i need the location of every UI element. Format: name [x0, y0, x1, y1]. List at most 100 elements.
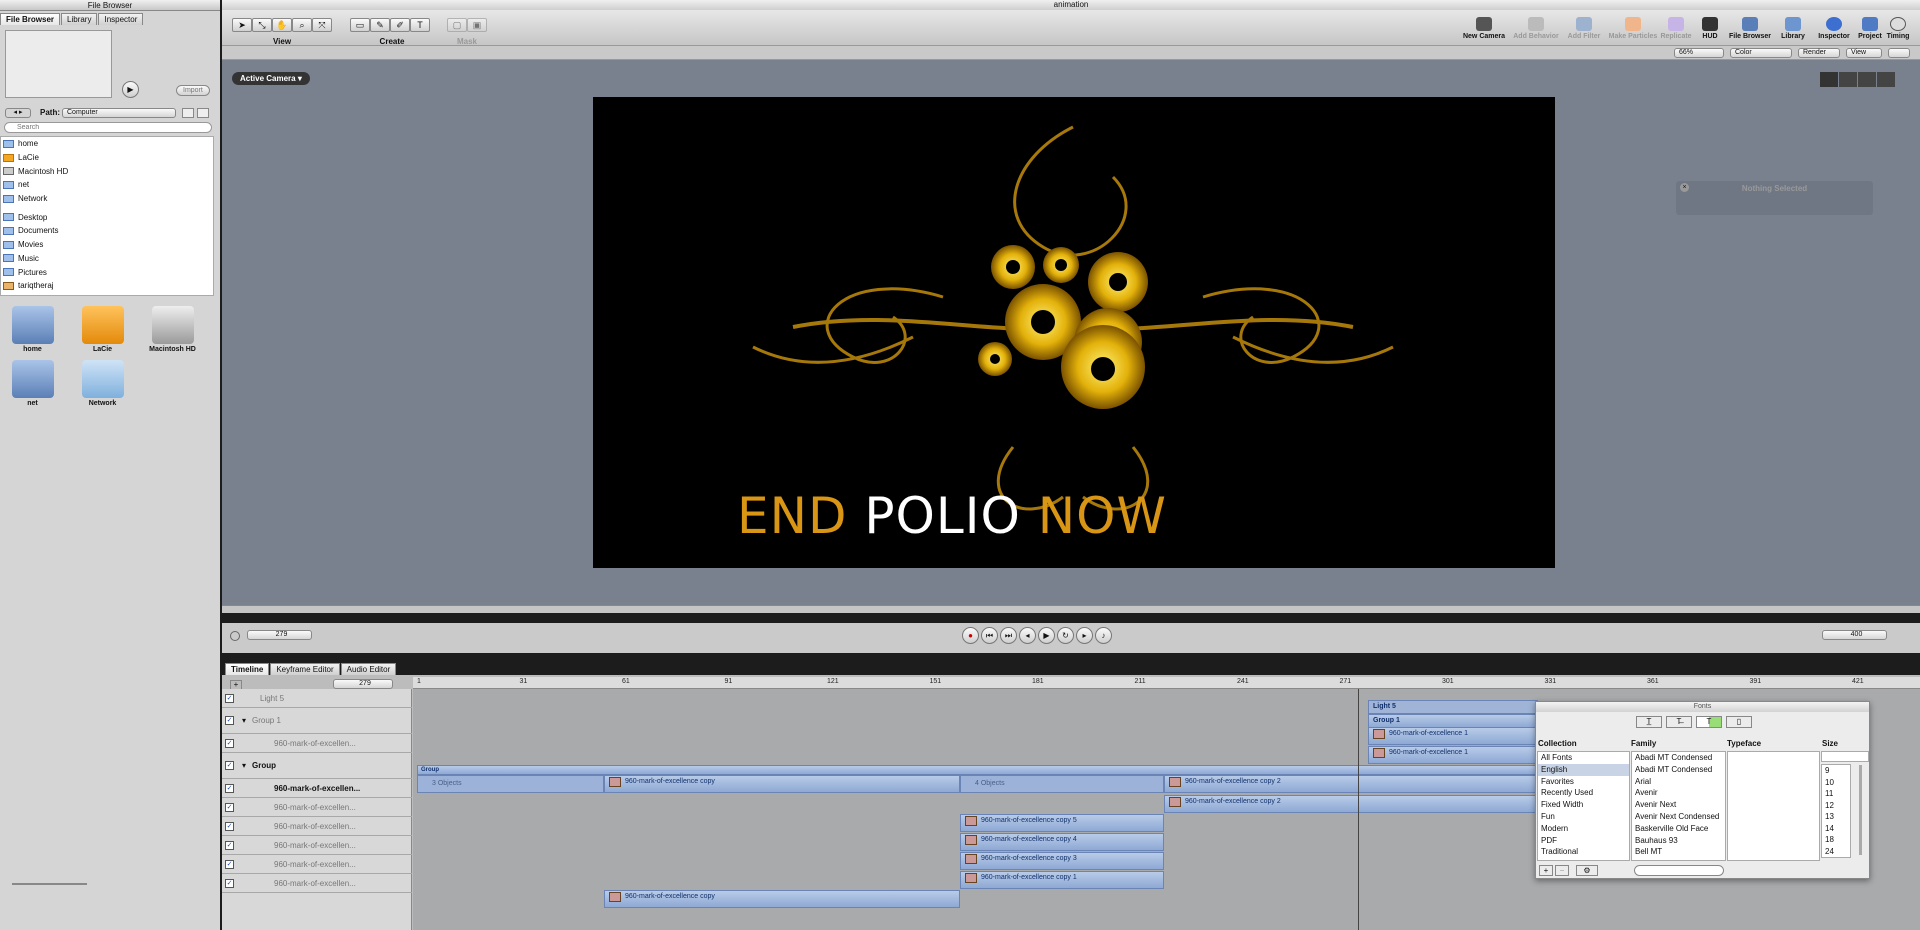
clip-4-objects[interactable]: 4 Objects [960, 775, 1164, 793]
volume-lacie[interactable]: LaCie [70, 306, 135, 353]
layer-row[interactable]: ✓ 960-mark-of-excellen... [222, 874, 412, 893]
pan-tool-button[interactable]: ✋ [272, 18, 292, 32]
list-item[interactable]: 9 [1822, 765, 1850, 777]
remove-collection-button[interactable]: − [1555, 865, 1569, 876]
checkbox-icon[interactable]: ✓ [225, 878, 234, 888]
underline-menu[interactable]: T̲ [1636, 716, 1662, 728]
clip-copy-3[interactable]: 960-mark-of-excellence copy 3 [960, 852, 1164, 870]
collection-list[interactable]: All Fonts English Favorites Recently Use… [1537, 751, 1630, 861]
tab-keyframe-editor[interactable]: Keyframe Editor [270, 663, 340, 675]
gear-icon[interactable]: ⚙ [1576, 865, 1598, 876]
list-item[interactable]: All Fonts [1538, 752, 1629, 764]
audio-button[interactable]: ♪ [1095, 627, 1112, 644]
sidebar-item-movies[interactable]: Movies [1, 238, 213, 252]
typeface-list[interactable] [1727, 751, 1820, 861]
zoom-dropdown[interactable]: 66% [1674, 48, 1724, 58]
dolly-icon[interactable] [1877, 72, 1895, 87]
list-item[interactable]: English [1538, 763, 1629, 776]
clip-copy[interactable]: 960-mark-of-excellence copy [604, 775, 960, 793]
sidebar-item-lacie[interactable]: LaCie [1, 151, 213, 165]
icon-size-slider[interactable] [12, 883, 87, 885]
layer-row[interactable]: ✓ 960-mark-of-excellen... [222, 855, 412, 874]
active-camera-menu[interactable]: Active Camera ▾ [232, 72, 310, 85]
layer-row[interactable]: ✓ ▾ Group [222, 753, 412, 779]
play-button[interactable]: ▶ [1038, 627, 1055, 644]
move-icon[interactable] [1839, 72, 1857, 87]
list-item[interactable]: Bauhaus 93 [1632, 835, 1725, 847]
new-camera-button[interactable]: New Camera [1456, 17, 1512, 40]
list-item[interactable]: Fixed Width [1538, 799, 1629, 811]
checkbox-icon[interactable]: ✓ [225, 840, 234, 850]
list-item[interactable]: 24 [1822, 846, 1850, 858]
list-item[interactable]: 12 [1822, 800, 1850, 812]
checkbox-icon[interactable]: ✓ [225, 716, 234, 725]
sidebar-item-documents[interactable]: Documents [1, 224, 213, 238]
hud-panel[interactable]: × Nothing Selected [1676, 181, 1873, 215]
tab-timeline[interactable]: Timeline [225, 663, 270, 675]
list-item[interactable]: 18 [1822, 834, 1850, 846]
clip-group1-item[interactable]: 960-mark-of-excellence 1 [1368, 746, 1538, 764]
volume-network[interactable]: Network [70, 360, 135, 407]
checkbox-icon[interactable]: ✓ [225, 693, 234, 703]
frame-icon[interactable] [1820, 72, 1838, 87]
orbit-icon[interactable] [1858, 72, 1876, 87]
size-slider[interactable] [1859, 765, 1862, 855]
clip-copy-2[interactable]: 960-mark-of-excellence copy 2 [1164, 795, 1538, 813]
layer-row[interactable]: ✓ 960-mark-of-excellen... [222, 798, 412, 817]
layer-row[interactable]: ✓ 960-mark-of-excellen... [222, 817, 412, 836]
timeline-ruler[interactable]: 1 31 61 91 121 151 181 211 241 271 301 331 361 391 421 [413, 677, 1920, 689]
text-color-button[interactable]: T [1696, 716, 1722, 728]
list-item[interactable]: Abadi MT Condensed [1632, 752, 1725, 764]
timing-button[interactable]: Timing [1870, 17, 1920, 40]
path-dropdown[interactable]: Computer [62, 108, 176, 118]
clip-copy-4[interactable]: 960-mark-of-excellence copy 4 [960, 833, 1164, 851]
list-item[interactable]: Arial [1632, 776, 1725, 788]
sidebar-item-macintosh-hd[interactable]: Macintosh HD [1, 164, 213, 178]
sidebar-item-pictures[interactable]: Pictures [1, 265, 213, 279]
end-frame-field[interactable]: 400 [1822, 630, 1887, 640]
view-dropdown[interactable]: View [1846, 48, 1882, 58]
back-forward-buttons[interactable]: ◂ ▸ [5, 108, 31, 118]
clip-copy-5[interactable]: 960-mark-of-excellence copy 5 [960, 814, 1164, 832]
close-icon[interactable]: × [1680, 183, 1689, 192]
list-item[interactable]: 11 [1822, 788, 1850, 800]
sidebar-item-network[interactable]: Network [1, 192, 213, 206]
orbit-tool-button[interactable]: ⤧ [312, 18, 332, 32]
list-item[interactable]: Traditional [1538, 846, 1629, 858]
current-frame-field[interactable]: 279 [247, 630, 312, 640]
list-item[interactable]: 14 [1822, 823, 1850, 835]
go-to-end-button[interactable]: ⏭ [1000, 627, 1017, 644]
search-input[interactable] [4, 122, 212, 133]
color-dropdown[interactable]: Color [1730, 48, 1792, 58]
bezier-tool-button[interactable]: ✎ [370, 18, 390, 32]
import-button[interactable]: Import [176, 85, 210, 96]
add-filter-button[interactable]: Add Filter [1556, 17, 1612, 40]
layer-row[interactable]: ✓ 960-mark-of-excellen... [222, 779, 412, 798]
add-collection-button[interactable]: + [1539, 865, 1553, 876]
layer-row[interactable]: ✓ 960-mark-of-excellen... [222, 734, 412, 753]
list-item[interactable]: Modern [1538, 823, 1629, 835]
size-list[interactable]: 9 10 11 12 13 14 18 24 [1821, 764, 1851, 858]
list-item[interactable]: Fun [1538, 811, 1629, 823]
checkbox-icon[interactable]: ✓ [225, 738, 234, 748]
volume-home[interactable]: home [0, 306, 65, 353]
timeline-frame-field[interactable]: 279 [333, 679, 393, 689]
clip-group[interactable]: Group [417, 765, 1537, 775]
step-back-button[interactable]: ◂ [1019, 627, 1036, 644]
layer-row[interactable]: ✓ Light 5 [222, 689, 412, 708]
select-tool-button[interactable]: ➤ [232, 18, 252, 32]
checkbox-icon[interactable]: ✓ [225, 761, 234, 770]
list-item[interactable]: Avenir [1632, 787, 1725, 799]
tab-library[interactable]: Library [61, 13, 98, 25]
step-forward-button[interactable]: ▸ [1076, 627, 1093, 644]
checkbox-icon[interactable]: ✓ [225, 802, 234, 812]
sidebar-item-tariqtheraj[interactable]: tariqtheraj [1, 279, 213, 293]
mask-rect-button[interactable]: ▢ [447, 18, 467, 32]
document-color-button[interactable]: ▯ [1726, 716, 1752, 728]
playhead[interactable] [1358, 689, 1359, 930]
clip-copy-1[interactable]: 960-mark-of-excellence copy 1 [960, 871, 1164, 889]
canvas[interactable]: END POLIO NOW [593, 97, 1555, 568]
checkbox-icon[interactable]: ✓ [225, 859, 234, 869]
list-item[interactable]: Abadi MT Condensed [1632, 764, 1725, 776]
list-item[interactable]: Favorites [1538, 776, 1629, 788]
